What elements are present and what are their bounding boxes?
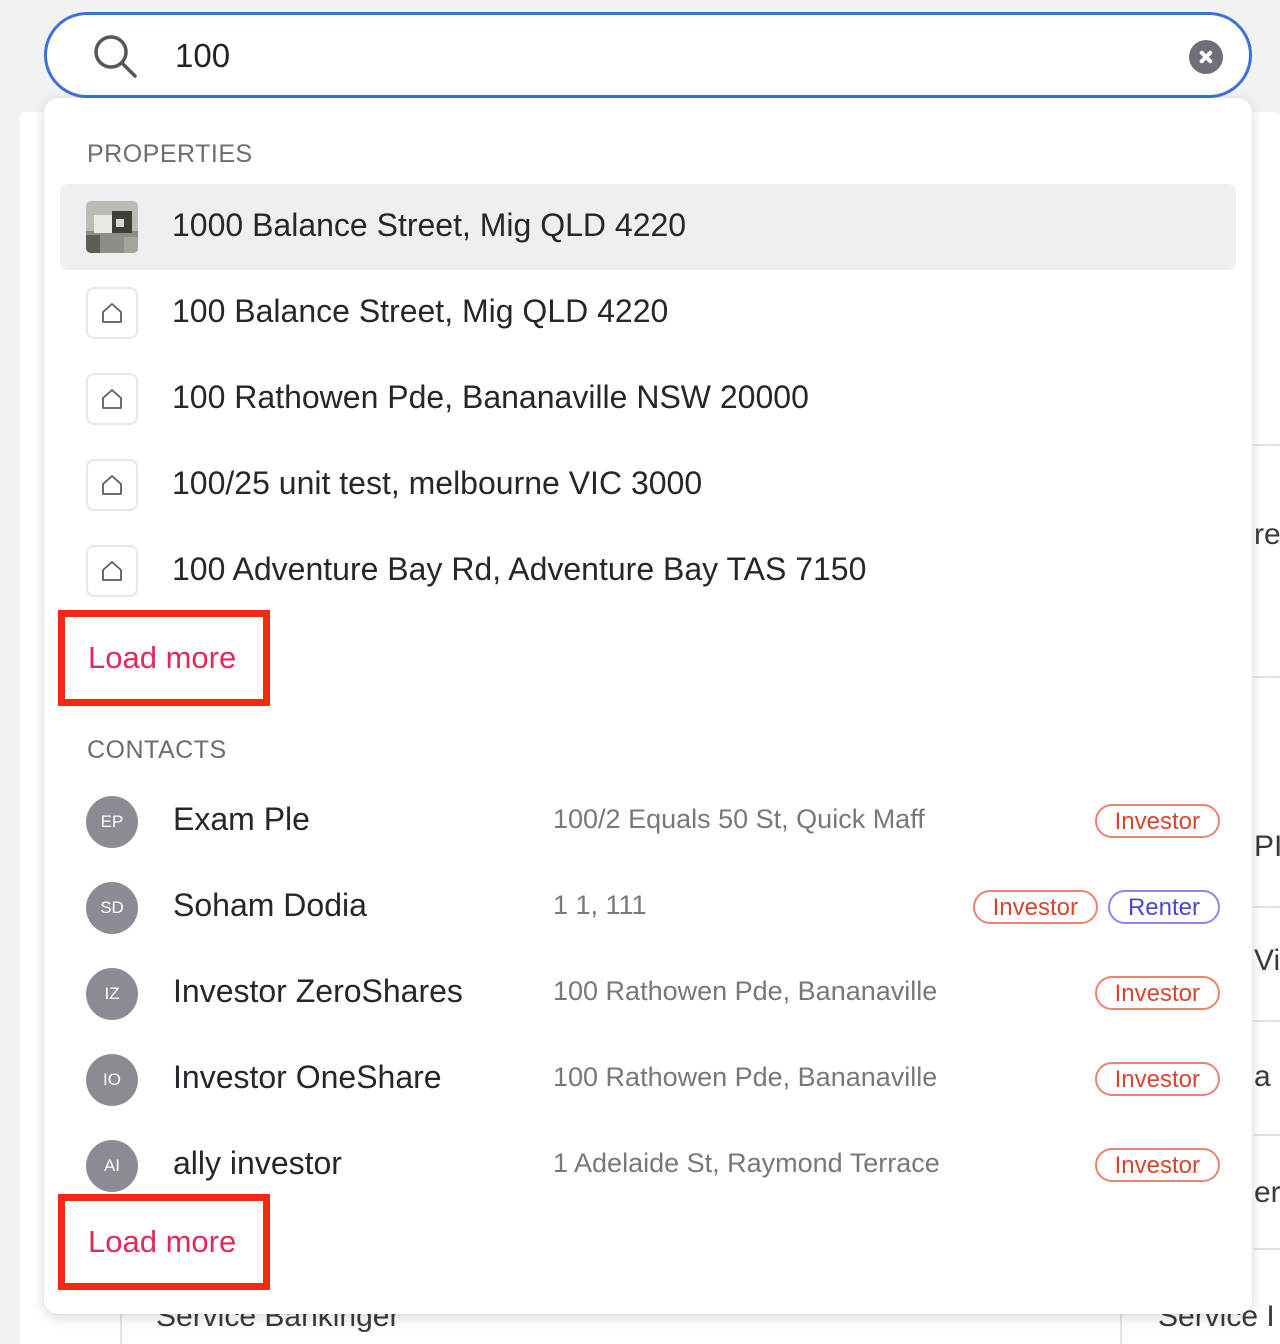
- search-input[interactable]: [175, 31, 1135, 81]
- property-address: 100 Balance Street, Mig QLD 4220: [172, 293, 669, 329]
- contact-badges: Investor Renter: [972, 890, 1220, 924]
- property-address: 1000 Balance Street, Mig QLD 4220: [172, 207, 687, 243]
- investor-badge: Investor: [1094, 804, 1220, 838]
- house-icon: [86, 373, 138, 425]
- investor-badge: Investor: [1094, 1062, 1220, 1096]
- background-divider: [1254, 1020, 1280, 1022]
- avatar: EP: [86, 796, 138, 848]
- contact-address: 100 Rathowen Pde, Bananaville: [553, 976, 938, 1006]
- property-photo: [86, 201, 138, 253]
- house-icon: [86, 459, 138, 511]
- property-result-item[interactable]: 100 Rathowen Pde, Bananaville NSW 20000: [60, 356, 1236, 442]
- property-address: 100 Adventure Bay Rd, Adventure Bay TAS …: [172, 551, 867, 587]
- property-result-item[interactable]: 100/25 unit test, melbourne VIC 3000: [60, 442, 1236, 528]
- contact-result-item[interactable]: SD Soham Dodia 1 1, 111 Investor Renter: [60, 865, 1236, 951]
- search-bar[interactable]: [44, 12, 1252, 98]
- contact-address: 1 1, 111: [553, 890, 647, 920]
- property-address: 100/25 unit test, melbourne VIC 3000: [172, 465, 703, 501]
- contact-address: 100/2 Equals 50 St, Quick Maff: [553, 804, 925, 834]
- contact-name: Investor OneShare: [173, 1059, 442, 1095]
- properties-section-label: PROPERTIES: [87, 140, 253, 168]
- investor-badge: Investor: [1094, 976, 1220, 1010]
- background-text: er: [1254, 1176, 1280, 1209]
- background-divider: [1254, 906, 1280, 908]
- avatar: IZ: [86, 968, 138, 1020]
- background-text: a D: [1254, 1060, 1280, 1093]
- house-icon: [86, 545, 138, 597]
- house-icon: [86, 287, 138, 339]
- search-icon: [94, 35, 137, 78]
- property-address: 100 Rathowen Pde, Bananaville NSW 20000: [172, 379, 809, 415]
- avatar: IO: [86, 1054, 138, 1106]
- contact-name: Soham Dodia: [173, 887, 367, 923]
- contact-badges: Investor: [1094, 1148, 1220, 1182]
- load-more-properties-button[interactable]: Load more: [58, 610, 270, 706]
- investor-badge: Investor: [1094, 1148, 1220, 1182]
- load-more-label: Load more: [88, 640, 237, 675]
- contact-name: Investor ZeroShares: [173, 973, 463, 1009]
- background-text: Vil: [1254, 944, 1280, 977]
- background-divider: [1254, 1248, 1280, 1250]
- avatar: AI: [86, 1140, 138, 1192]
- load-more-label: Load more: [88, 1224, 237, 1259]
- background-text: re: [1254, 518, 1280, 551]
- contact-result-item[interactable]: IO Investor OneShare 100 Rathowen Pde, B…: [60, 1037, 1236, 1123]
- property-result-item[interactable]: 1000 Balance Street, Mig QLD 4220: [60, 184, 1236, 270]
- background-divider: [1254, 444, 1280, 446]
- contact-badges: Investor: [1094, 804, 1220, 838]
- contact-name: Exam Ple: [173, 801, 310, 837]
- contact-name: ally investor: [173, 1145, 342, 1181]
- contact-address: 1 Adelaide St, Raymond Terrace: [553, 1148, 940, 1178]
- contact-badges: Investor: [1094, 1062, 1220, 1096]
- investor-badge: Investor: [972, 890, 1098, 924]
- contact-result-item[interactable]: EP Exam Ple 100/2 Equals 50 St, Quick Ma…: [60, 779, 1236, 865]
- background-divider: [1254, 676, 1280, 678]
- contact-result-item[interactable]: IZ Investor ZeroShares 100 Rathowen Pde,…: [60, 951, 1236, 1037]
- load-more-contacts-button[interactable]: Load more: [58, 1194, 270, 1290]
- contacts-section-label: CONTACTS: [87, 736, 227, 764]
- contact-address: 100 Rathowen Pde, Bananaville: [553, 1062, 938, 1092]
- avatar: SD: [86, 882, 138, 934]
- property-result-item[interactable]: 100 Adventure Bay Rd, Adventure Bay TAS …: [60, 528, 1236, 614]
- background-text: PI: [1254, 830, 1280, 863]
- background-divider: [1254, 1134, 1280, 1136]
- search-results-dropdown: PROPERTIES 1000 Balance Street, Mig QLD …: [44, 98, 1252, 1314]
- contact-badges: Investor: [1094, 976, 1220, 1010]
- clear-icon[interactable]: [1189, 40, 1223, 74]
- property-result-item[interactable]: 100 Balance Street, Mig QLD 4220: [60, 270, 1236, 356]
- renter-badge: Renter: [1107, 890, 1220, 924]
